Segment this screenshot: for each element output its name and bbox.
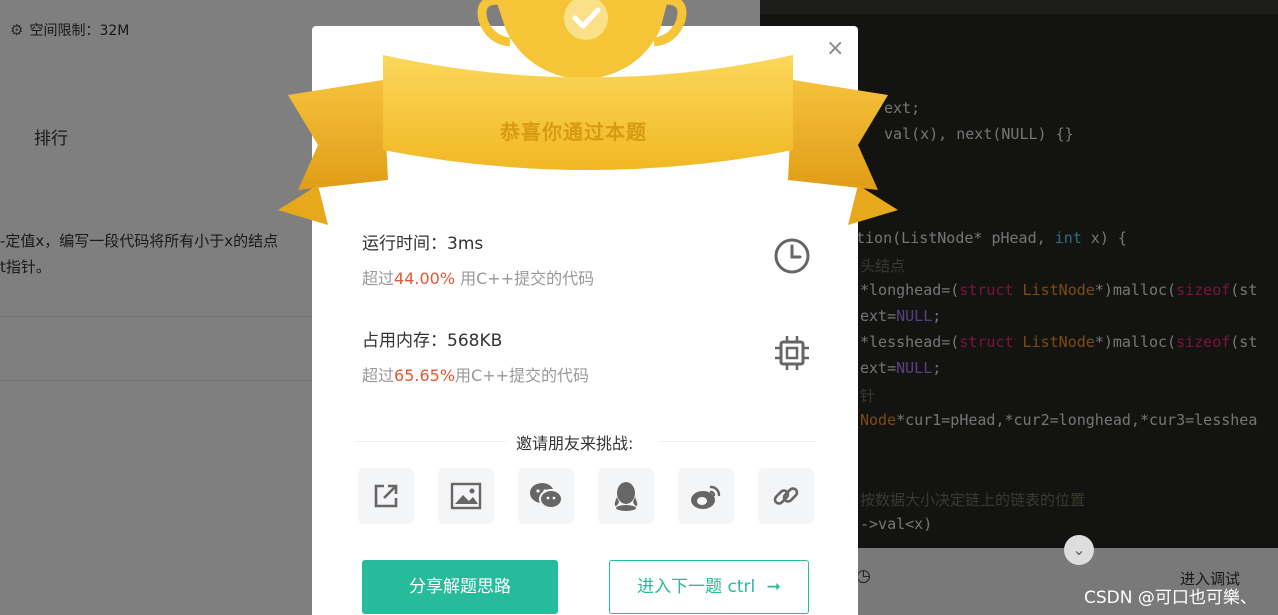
memory-compare: 超过65.65%用C++提交的代码 [362,366,590,385]
share-solution-button[interactable]: 分享解题思路 [362,560,558,614]
chevron-down-icon[interactable]: ⌄ [1064,535,1094,565]
divider [356,441,506,442]
runtime-compare: 超过44.00% 用C++提交的代码 [362,269,595,288]
next-problem-label: 进入下一题 ctrl [637,577,756,597]
weibo-icon[interactable] [678,468,734,524]
ribbon-title: 恭喜你通过本题 [500,120,647,144]
clock-icon [774,238,810,274]
link-icon[interactable] [758,468,814,524]
share-out-icon[interactable] [358,468,414,524]
watermark: CSDN @可口也可樂、 [1084,588,1257,608]
invite-label: 邀请朋友来挑战: [516,434,634,453]
image-icon[interactable] [438,468,494,524]
memory-label: 占用内存：568KB [362,331,503,351]
wechat-icon[interactable] [518,468,574,524]
runtime-label: 运行时间：3ms [362,234,484,254]
close-icon[interactable]: × [826,36,844,61]
cpu-chip-icon [775,336,809,370]
qq-icon[interactable] [598,468,654,524]
divider [660,441,816,442]
trophy-ribbon-icon [278,0,898,225]
next-problem-button[interactable]: 进入下一题 ctrl ➞ [609,560,809,614]
arrow-right-icon: ➞ [766,577,781,597]
